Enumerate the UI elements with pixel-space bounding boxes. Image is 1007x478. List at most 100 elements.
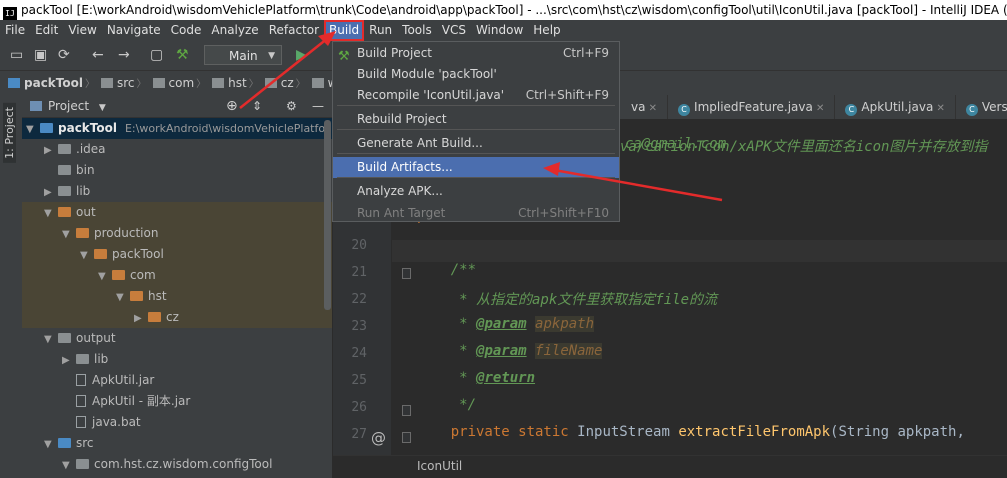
nav-crumb[interactable]: cz xyxy=(281,76,294,90)
expand-arrow-icon[interactable]: ▼ xyxy=(80,245,94,266)
menu-refactor[interactable]: Refactor xyxy=(264,20,324,41)
build-menu-item[interactable]: Analyze APK... xyxy=(333,181,619,202)
tree-item[interactable]: ▶ lib xyxy=(22,181,332,202)
build-menu-item[interactable]: Recompile 'IconUtil.java' Ctrl+Shift+F9 xyxy=(333,85,619,106)
nav-crumb[interactable]: packTool xyxy=(24,76,83,90)
expand-arrow-icon[interactable]: ▼ xyxy=(26,119,40,140)
nav-crumb[interactable]: hst xyxy=(228,76,247,90)
menu-window[interactable]: Window xyxy=(471,20,528,41)
tree-item[interactable]: ▼ src xyxy=(22,433,332,454)
menu-view[interactable]: View xyxy=(63,20,101,41)
nav-crumb[interactable]: com xyxy=(169,76,195,90)
folder-icon xyxy=(148,312,161,322)
tree-item[interactable]: ▼ packTool xyxy=(22,244,332,265)
tree-item[interactable]: bin xyxy=(22,160,332,181)
fold-marker-icon[interactable] xyxy=(402,432,411,443)
project-tree-scrollbar[interactable] xyxy=(324,120,331,310)
tree-item[interactable]: ▶ cz xyxy=(22,307,332,328)
open-folder-icon[interactable]: ▭ xyxy=(10,47,23,63)
folder-icon xyxy=(58,333,71,343)
tree-item[interactable]: ▼ output xyxy=(22,328,332,349)
locate-target-icon[interactable]: ⊕ xyxy=(226,95,238,117)
tree-item[interactable]: ▼ packTool E:\workAndroid\wisdomVehiclePla… xyxy=(22,118,332,139)
build-menu-item[interactable]: Build Artifacts... xyxy=(333,157,619,178)
file-icon xyxy=(76,416,86,428)
menu-help[interactable]: Help xyxy=(528,20,565,41)
project-view-label[interactable]: Project xyxy=(48,99,89,113)
collapse-arrow-icon[interactable]: ▶ xyxy=(44,140,58,161)
editor-tab[interactable]: C ImpliedFeature.java ✕ xyxy=(668,95,836,119)
run-config-label: Main xyxy=(229,49,258,63)
fold-marker-icon[interactable] xyxy=(402,405,411,416)
build-menu-item[interactable]: Generate Ant Build... xyxy=(333,133,619,154)
tree-item[interactable]: ▶ .idea xyxy=(22,139,332,160)
hide-panel-icon[interactable]: — xyxy=(312,95,324,117)
expand-arrow-icon[interactable]: ▼ xyxy=(116,287,130,308)
menu-code[interactable]: Code xyxy=(166,20,207,41)
code-line: */ xyxy=(417,397,476,413)
menu-run[interactable]: Run xyxy=(364,20,397,41)
code-line: /** xyxy=(417,262,476,278)
build-hammer-icon[interactable]: ⚒ xyxy=(176,47,189,63)
expand-arrow-icon[interactable]: ▼ xyxy=(98,266,112,287)
tree-item[interactable]: ▼ hst xyxy=(22,286,332,307)
tree-item[interactable]: ▶ lib xyxy=(22,349,332,370)
expand-arrow-icon[interactable]: ▼ xyxy=(44,329,58,350)
fold-marker-icon[interactable] xyxy=(402,268,411,279)
editor-breadcrumb[interactable]: IconUtil xyxy=(333,455,1007,478)
tree-item[interactable]: ▼ com xyxy=(22,265,332,286)
menu-navigate[interactable]: Navigate xyxy=(102,20,166,41)
code-token: extractFileFromApk xyxy=(678,424,831,440)
build-menu-item[interactable]: ⚒ Build Project Ctrl+F9 xyxy=(333,43,619,64)
tree-item[interactable]: ApkUtil.jar xyxy=(22,370,332,391)
run-configuration-select[interactable]: Main ▼ xyxy=(204,45,282,65)
expand-arrow-icon[interactable]: ▼ xyxy=(44,434,58,455)
editor-tab[interactable]: CVersio ✕ xyxy=(956,95,1007,119)
forward-arrow-icon[interactable]: → xyxy=(118,47,130,63)
code-token: @param xyxy=(476,316,527,332)
folder-icon xyxy=(311,78,324,88)
tree-item[interactable]: ▼ com.hst.cz.wisdom.configTool xyxy=(22,454,332,475)
build-menu-item[interactable]: Rebuild Project xyxy=(333,109,619,130)
tree-item[interactable]: ▼ production xyxy=(22,223,332,244)
override-marker-icon[interactable]: @ xyxy=(371,429,386,447)
chevron-down-icon[interactable]: ▼ xyxy=(99,103,106,113)
refresh-icon[interactable]: ⟳ xyxy=(58,47,70,63)
tree-item-label: src xyxy=(76,436,94,450)
window-icon[interactable]: ▢ xyxy=(150,47,163,63)
menu-analyze[interactable]: Analyze xyxy=(206,20,263,41)
folder-icon xyxy=(76,354,89,364)
build-menu-item-shortcut: Ctrl+Shift+F10 xyxy=(518,206,609,220)
save-icon[interactable]: ▣ xyxy=(34,47,47,63)
close-icon[interactable]: ✕ xyxy=(645,103,657,114)
close-icon[interactable]: ✕ xyxy=(933,103,944,114)
tree-item[interactable]: java.bat xyxy=(22,412,332,433)
menu-edit[interactable]: Edit xyxy=(30,20,63,41)
collapse-arrow-icon[interactable]: ▶ xyxy=(44,182,58,203)
tree-item-path: E:\workAndroid\wisdomVehiclePlatfo xyxy=(124,122,326,135)
code-token: fileName xyxy=(535,343,603,359)
close-icon[interactable]: ✕ xyxy=(813,103,824,114)
collapse-arrow-icon[interactable]: ▶ xyxy=(134,308,148,329)
nav-crumb[interactable]: src xyxy=(117,76,135,90)
tree-item[interactable]: ▼ out xyxy=(22,202,332,223)
collapse-all-icon[interactable]: ⇕ xyxy=(252,95,262,117)
expand-arrow-icon[interactable]: ▼ xyxy=(44,203,58,224)
project-tool-window-button[interactable]: 1: Project xyxy=(3,103,16,163)
gear-icon[interactable]: ⚙ xyxy=(286,95,297,117)
editor-tab[interactable]: C ApkUtil.java ✕ xyxy=(835,95,956,119)
expand-arrow-icon[interactable]: ▼ xyxy=(62,455,76,476)
expand-arrow-icon[interactable]: ▼ xyxy=(62,224,76,245)
tree-item[interactable]: ApkUtil - 副本.jar xyxy=(22,391,332,412)
back-arrow-icon[interactable]: ← xyxy=(92,47,104,63)
run-icon[interactable]: ▶ xyxy=(296,47,307,63)
menu-build[interactable]: Build xyxy=(324,20,365,41)
menu-tools[interactable]: Tools xyxy=(397,20,437,41)
build-menu-item[interactable]: Build Module 'packTool' xyxy=(333,64,619,85)
collapse-arrow-icon[interactable]: ▶ xyxy=(62,350,76,371)
editor-tab[interactable]: va ✕ xyxy=(621,95,669,119)
menu-file[interactable]: File xyxy=(0,20,30,41)
menu-vcs[interactable]: VCS xyxy=(437,20,471,41)
file-icon xyxy=(76,395,86,407)
